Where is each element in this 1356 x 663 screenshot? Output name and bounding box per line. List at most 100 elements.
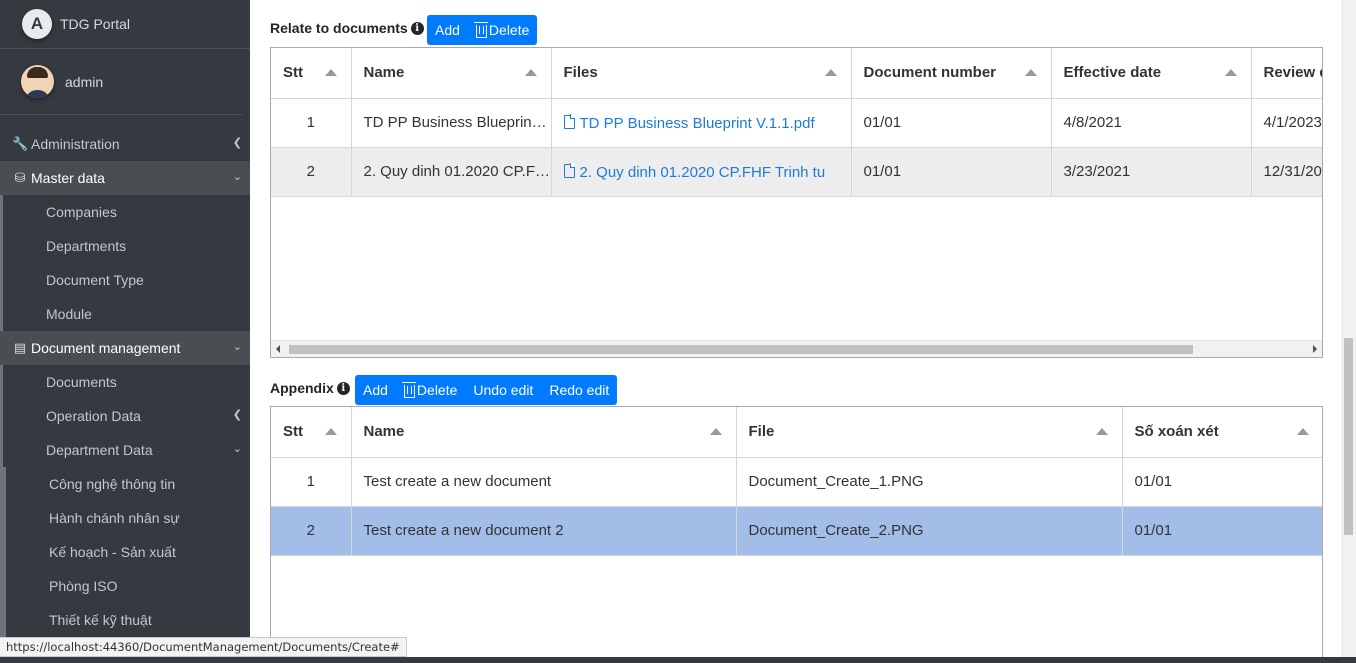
button-label: Add xyxy=(435,22,460,38)
nav-label: Operation Data xyxy=(46,408,141,424)
cell-file[interactable]: 2. Quy dinh 01.2020 CP.FHF Trinh tu xyxy=(551,147,852,197)
nav-label: Master data xyxy=(31,170,105,186)
nav-label: Document Type xyxy=(46,272,144,288)
cell-code: 01/01 xyxy=(1122,457,1322,507)
nav-label: Companies xyxy=(46,204,117,220)
col-header-name[interactable]: Name xyxy=(351,407,737,458)
nav-document-type[interactable]: Document Type xyxy=(3,263,250,297)
appendix-delete-button[interactable]: Delete xyxy=(396,375,465,405)
main-content: Relate to documents i Add Delete Stt Nam… xyxy=(250,0,1341,663)
cell-file[interactable]: TD PP Business Blueprint V.1.1.pdf xyxy=(551,98,852,148)
table-row[interactable]: 1 TD PP Business Blueprint V.1.1 TD PP B… xyxy=(271,98,1322,148)
trash-icon xyxy=(473,21,488,38)
file-link[interactable]: 2. Quy dinh 01.2020 CP.FHF Trinh tu xyxy=(580,164,826,181)
table-row[interactable]: 2 2. Quy dinh 01.2020 CP.FHF 2. Quy dinh… xyxy=(271,147,1322,197)
redo-edit-button[interactable]: Redo edit xyxy=(541,375,617,405)
brand-logo: A xyxy=(22,9,52,39)
column-label: Name xyxy=(363,423,405,441)
column-label: Files xyxy=(563,64,598,82)
brand-link[interactable]: A TDG Portal xyxy=(0,0,250,49)
grid-header-row: Stt Name File Số xoán xét xyxy=(271,407,1322,458)
file-link[interactable]: TD PP Business Blueprint V.1.1.pdf xyxy=(580,115,815,132)
col-header-stt[interactable]: Stt xyxy=(271,48,352,99)
column-label: File xyxy=(748,423,775,441)
browser-status-url: https://localhost:44360/DocumentManageme… xyxy=(0,637,407,657)
cell-effective-date: 4/8/2021 xyxy=(1051,98,1252,148)
nav-dept-design[interactable]: Thiết kế kỹ thuật xyxy=(6,603,250,637)
nav-dept-planning[interactable]: Kế hoạch - Sản xuất xyxy=(6,535,250,569)
sort-asc-icon[interactable] xyxy=(524,69,537,76)
button-label: Delete xyxy=(416,382,458,398)
cell-document-number: 01/01 xyxy=(851,98,1052,148)
chevron-down-icon: ⌄ xyxy=(232,341,242,353)
col-header-effective-date[interactable]: Effective date xyxy=(1051,48,1252,99)
nav-dept-it[interactable]: Công nghệ thông tin xyxy=(6,467,250,501)
column-label: Review d xyxy=(1263,64,1323,82)
scroll-right-icon[interactable] xyxy=(1313,345,1317,353)
nav-department-data[interactable]: Department Data ⌄ xyxy=(3,433,250,467)
sort-asc-icon[interactable] xyxy=(709,428,722,435)
brand-title: TDG Portal xyxy=(60,16,131,32)
nav-label: Hành chánh nhân sự xyxy=(49,510,180,526)
nav-departments[interactable]: Departments xyxy=(3,229,250,263)
cell-stt: 1 xyxy=(271,98,352,148)
user-panel[interactable]: admin xyxy=(0,49,242,115)
sort-asc-icon[interactable] xyxy=(824,69,837,76)
col-header-file[interactable]: File xyxy=(736,407,1123,458)
nav-label: Module xyxy=(46,306,92,322)
col-header-stt[interactable]: Stt xyxy=(271,407,352,458)
nav-dept-hr[interactable]: Hành chánh nhân sự xyxy=(6,501,250,535)
col-header-review-date[interactable]: Review d xyxy=(1251,48,1323,99)
col-header-files[interactable]: Files xyxy=(551,48,852,99)
nav-documents[interactable]: Documents xyxy=(3,365,250,399)
wrench-icon: 🔧 xyxy=(12,136,29,151)
sort-asc-icon[interactable] xyxy=(1224,69,1237,76)
col-header-document-number[interactable]: Document number xyxy=(851,48,1052,99)
column-label: Name xyxy=(363,64,405,82)
appendix-add-button[interactable]: Add xyxy=(355,375,396,405)
table-row-selected[interactable]: 2 Test create a new document 2 Document_… xyxy=(271,506,1322,556)
relate-section-label: Relate to documents i xyxy=(270,20,424,36)
chevron-down-icon: ⌄ xyxy=(232,443,242,455)
nav-label: Phòng ISO xyxy=(49,578,118,594)
sort-asc-icon[interactable] xyxy=(1024,69,1037,76)
nav-companies[interactable]: Companies xyxy=(3,195,250,229)
avatar xyxy=(21,65,54,98)
nav-operation-data[interactable]: Operation Data ❮ xyxy=(3,399,250,433)
nav-module[interactable]: Module xyxy=(3,297,250,331)
scrollbar-thumb[interactable] xyxy=(289,345,1193,354)
info-icon[interactable]: i xyxy=(336,381,350,395)
relate-delete-button[interactable]: Delete xyxy=(468,15,537,45)
cell-stt: 2 xyxy=(271,506,352,556)
col-header-name[interactable]: Name xyxy=(351,48,552,99)
appendix-section-label: Appendix i xyxy=(270,380,350,396)
page-vertical-scrollbar[interactable] xyxy=(1341,0,1356,657)
appendix-grid: Stt Name File Số xoán xét 1 Test create … xyxy=(270,406,1323,663)
cell-stt: 1 xyxy=(271,457,352,507)
column-label: Effective date xyxy=(1063,64,1162,82)
info-icon[interactable]: i xyxy=(410,21,424,35)
horizontal-scrollbar[interactable] xyxy=(271,340,1322,357)
sort-asc-icon[interactable] xyxy=(324,69,337,76)
column-label: Số xoán xét xyxy=(1134,423,1219,441)
table-row[interactable]: 1 Test create a new document Document_Cr… xyxy=(271,457,1322,507)
pdf-file-icon xyxy=(563,114,575,129)
nav-master-data[interactable]: ⛁ Master data ⌄ xyxy=(0,161,250,195)
scroll-left-icon[interactable] xyxy=(276,345,280,353)
scrollbar-thumb[interactable] xyxy=(1344,338,1353,535)
cell-name: Test create a new document xyxy=(351,457,737,507)
chevron-left-icon: ❮ xyxy=(232,409,242,421)
relate-add-button[interactable]: Add xyxy=(427,15,468,45)
cell-file: Document_Create_1.PNG xyxy=(736,457,1123,507)
col-header-code[interactable]: Số xoán xét xyxy=(1122,407,1322,458)
nav-administration[interactable]: 🔧 Administration ❮ xyxy=(0,127,250,161)
sort-asc-icon[interactable] xyxy=(1296,428,1309,435)
sort-asc-icon[interactable] xyxy=(1095,428,1108,435)
undo-edit-button[interactable]: Undo edit xyxy=(465,375,541,405)
nav-document-management[interactable]: ▤ Document management ⌄ xyxy=(0,331,250,365)
nav-dept-iso[interactable]: Phòng ISO xyxy=(6,569,250,603)
nav-label: Công nghệ thông tin xyxy=(49,476,176,492)
sort-asc-icon[interactable] xyxy=(324,428,337,435)
master-data-submenu: Companies Departments Document Type Modu… xyxy=(0,195,250,331)
cell-stt: 2 xyxy=(271,147,352,197)
